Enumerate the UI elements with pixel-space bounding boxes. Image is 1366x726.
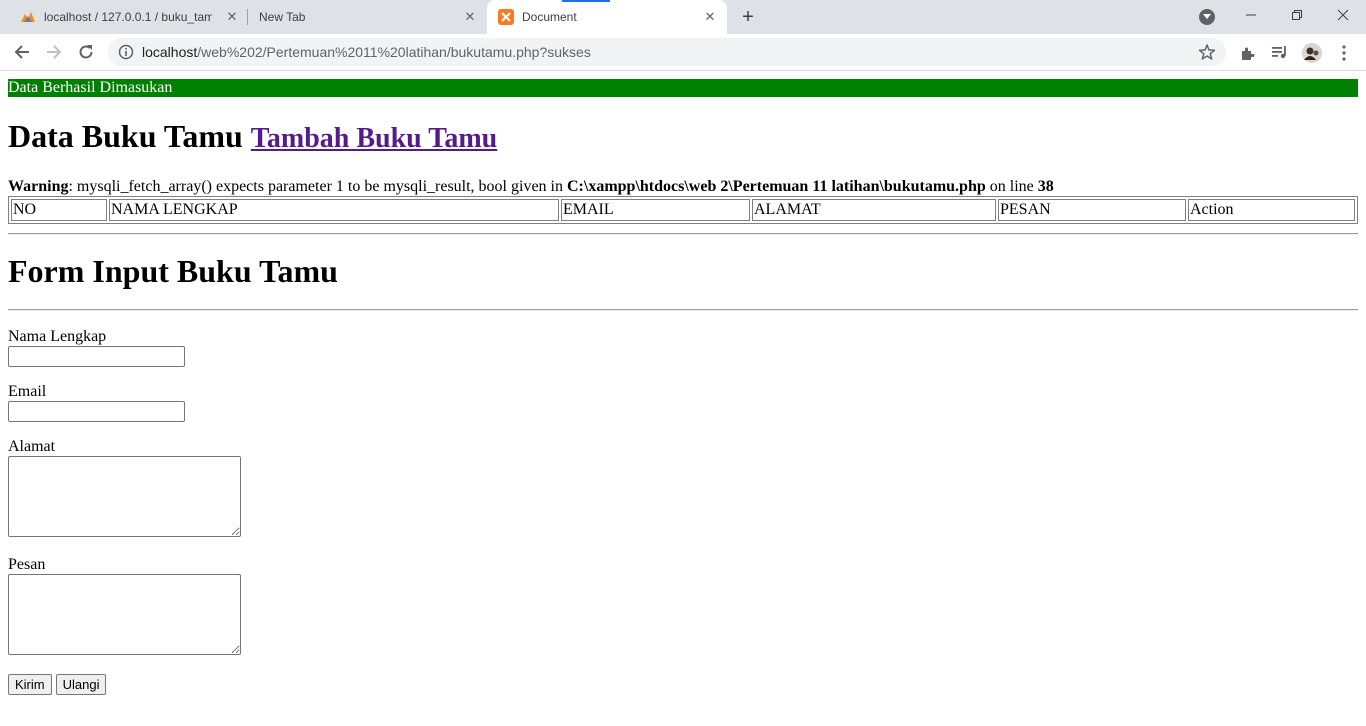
extensions-icon[interactable] [1238, 43, 1258, 63]
table-header-row: NO NAMA LENGKAP EMAIL ALAMAT PESAN Actio… [11, 199, 1355, 221]
field-alamat: Alamat [8, 438, 1358, 542]
page-title-text: Data Buku Tamu [8, 118, 243, 154]
tab-title: localhost / 127.0.0.1 / buku_tamu [44, 10, 212, 24]
warning-message: : mysqli_fetch_array() expects parameter… [68, 178, 567, 195]
tab-new-tab[interactable]: New Tab ✕ [248, 0, 484, 34]
field-pesan: Pesan [8, 556, 1358, 660]
warning-file: C:\xampp\htdocs\web 2\Pertemuan 11 latih… [567, 178, 986, 195]
divider [8, 309, 1358, 311]
warning-label: Warning [8, 178, 69, 195]
close-tab-icon[interactable]: ✕ [224, 9, 240, 25]
tab-phpmyadmin[interactable]: localhost / 127.0.0.1 / buku_tamu ✕ [8, 0, 244, 34]
media-control-icon[interactable] [1270, 43, 1290, 63]
bookmark-star-icon[interactable] [1198, 43, 1216, 61]
divider [8, 233, 1358, 235]
form-actions: Kirim Ulangi [8, 674, 1358, 695]
close-tab-icon[interactable]: ✕ [702, 9, 718, 25]
php-warning: Warning: mysqli_fetch_array() expects pa… [8, 178, 1358, 196]
field-email: Email [8, 383, 1358, 422]
email-label: Email [8, 383, 47, 400]
xampp-icon [498, 9, 514, 25]
reload-button[interactable] [72, 38, 100, 66]
add-guestbook-link[interactable]: Tambah Buku Tamu [251, 123, 497, 154]
page-content: Data Berhasil Dimasukan Data Buku Tamu T… [0, 71, 1366, 726]
forward-arrow-icon [47, 45, 62, 59]
reload-icon [79, 45, 93, 59]
avatar[interactable] [1302, 43, 1322, 63]
tab-title: New Tab [259, 10, 306, 24]
browser-toolbar: localhost/web%202/Pertemuan%2011%20latih… [0, 34, 1366, 71]
menu-kebab-icon[interactable] [1334, 43, 1354, 63]
alamat-label: Alamat [8, 438, 56, 455]
tab-title: Document [522, 10, 577, 24]
pesan-textarea[interactable] [8, 574, 241, 655]
tab-strip: localhost / 127.0.0.1 / buku_tamu ✕ New … [0, 0, 1366, 34]
column-header-action: Action [1188, 199, 1355, 221]
column-header-nama: NAMA LENGKAP [109, 199, 559, 221]
page-title: Data Buku Tamu Tambah Buku Tamu [8, 118, 1358, 157]
new-tab-button[interactable]: + [737, 6, 759, 28]
pesan-label: Pesan [8, 556, 46, 573]
form-title: Form Input Buku Tamu [8, 253, 338, 289]
tab-search-icon[interactable] [1199, 9, 1215, 25]
reset-button[interactable]: Ulangi [55, 674, 107, 695]
column-header-alamat: ALAMAT [752, 199, 996, 221]
tab-document[interactable]: Document ✕ [487, 0, 727, 34]
nama-input[interactable] [8, 346, 185, 367]
address-bar[interactable]: localhost/web%202/Pertemuan%2011%20latih… [108, 38, 1226, 66]
site-info-icon[interactable] [118, 44, 134, 60]
url-text: localhost/web%202/Pertemuan%2011%20latih… [142, 44, 591, 60]
forward-button[interactable] [40, 38, 68, 66]
column-header-no: NO [11, 199, 107, 221]
phpmyadmin-icon [20, 9, 36, 25]
close-tab-icon[interactable]: ✕ [462, 9, 478, 25]
nama-label: Nama Lengkap [8, 328, 107, 345]
guestbook-form: Nama Lengkap Email Alamat Pesan Kirim Ul… [8, 328, 1358, 695]
warning-line-number: 38 [1037, 178, 1054, 195]
url-host: localhost [142, 44, 198, 60]
column-header-pesan: PESAN [998, 199, 1186, 221]
minimize-button[interactable] [1228, 0, 1274, 30]
restore-button[interactable] [1274, 0, 1320, 30]
column-header-email: EMAIL [561, 199, 750, 221]
back-arrow-icon [14, 45, 29, 59]
loading-indicator [562, 0, 610, 2]
back-button[interactable] [8, 38, 36, 66]
alamat-textarea[interactable] [8, 456, 241, 537]
success-alert: Data Berhasil Dimasukan [8, 79, 1358, 97]
url-path: /web%202/Pertemuan%2011%20latihan/bukuta… [197, 44, 591, 60]
email-input[interactable] [8, 401, 185, 422]
guestbook-table: NO NAMA LENGKAP EMAIL ALAMAT PESAN Actio… [8, 196, 1358, 224]
close-window-button[interactable] [1320, 0, 1366, 30]
warning-on-line: on line [985, 178, 1038, 195]
submit-button[interactable]: Kirim [8, 674, 52, 695]
field-nama: Nama Lengkap [8, 328, 1358, 367]
